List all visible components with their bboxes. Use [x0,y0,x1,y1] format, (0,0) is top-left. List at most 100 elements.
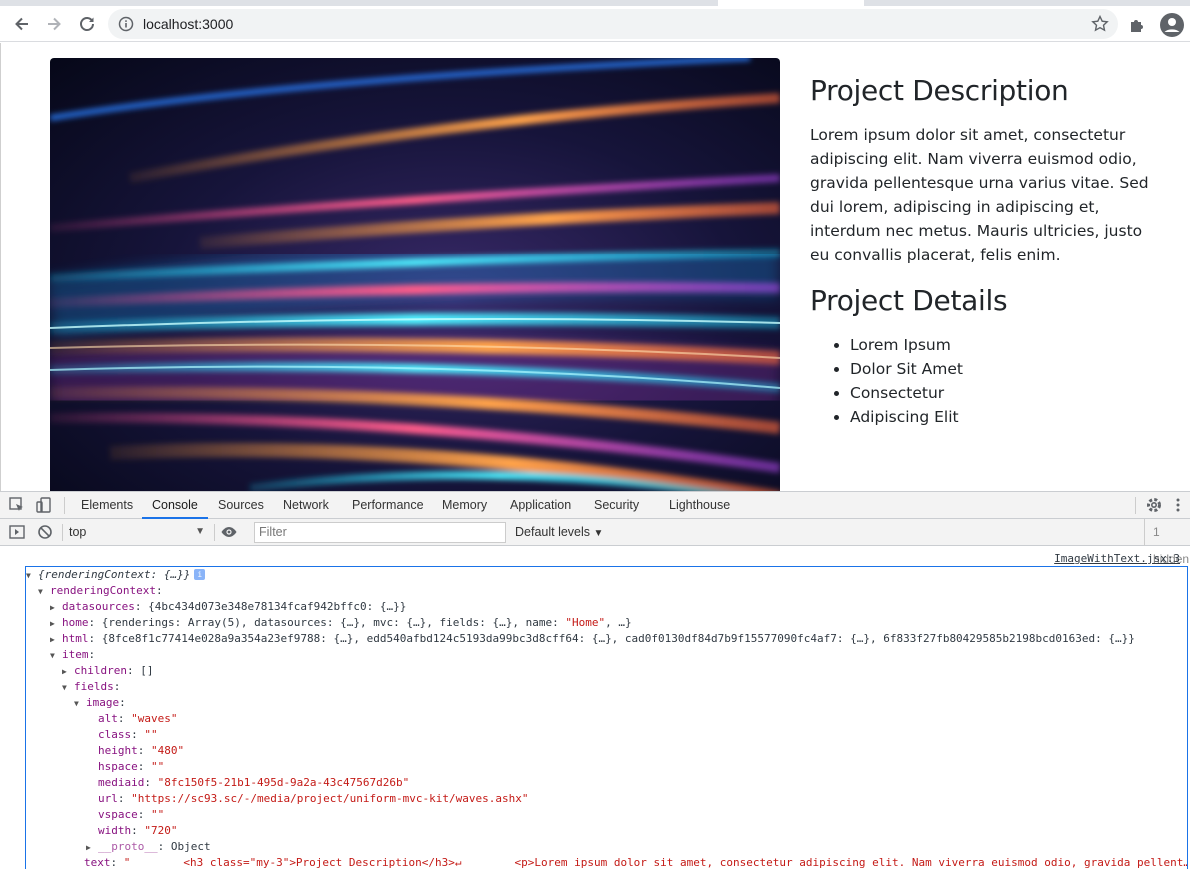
context-select[interactable]: top ▼ [69,521,209,543]
value: , …} [605,616,632,629]
tab-elements[interactable]: Elements [81,492,133,519]
info-icon[interactable] [118,16,134,32]
clear-console-icon[interactable] [36,523,54,541]
project-details-heading: Project Details [810,284,1008,317]
prop-hspace: hspace: "" [98,760,165,773]
key: width [98,824,132,837]
value-string: "https://sc93.sc/-/media/project/uniform… [131,792,529,805]
tree-node-item[interactable]: ▼ item: [50,647,95,663]
key: mediaid [98,776,145,789]
key: vspace [98,808,138,821]
value: [] [140,664,154,677]
console-toolbar: top ▼ Filter Default levels ▼ 1 hidden [0,519,1190,566]
prop-alt: alt: "waves" [98,712,178,725]
log-levels-dropdown[interactable]: Default levels ▼ [515,519,603,546]
key: height [98,744,138,757]
key: __proto__ [98,840,158,853]
tree-node-rendering-context[interactable]: ▼ renderingContext: [38,583,163,599]
key: class [98,728,132,741]
inspect-element-icon[interactable] [8,496,26,514]
tree-node-datasources[interactable]: ▶ datasources: {4bc434d073e348e78134fcaf9… [50,599,406,615]
key: html [62,632,89,645]
device-toolbar-icon[interactable] [35,496,53,514]
key: url [98,792,118,805]
value: {4bc434d073e348e78134fcaf942bffc0: {…}} [148,600,407,613]
prop-width: width: "720" [98,824,178,837]
tree-node-html[interactable]: ▶ html: {8fce8f1c77414e028a9a354a23ef9788… [50,631,1135,647]
value-string: "8fc150f5-21b1-495d-9a2a-43c47567d26b" [157,776,410,789]
tab-lighthouse[interactable]: Lighthouse [669,492,730,519]
source-link[interactable]: ImageWithText.jsx:3 [1054,552,1180,565]
arrow-right-icon [48,17,61,31]
log-levels-label: Default levels [515,525,591,539]
caret-down-icon: ▼ [593,528,604,539]
key: renderingContext [50,584,156,597]
value-string: "Home" [565,616,606,629]
root-summary: {renderingContext: {…}} [38,568,191,581]
extensions-puzzle-icon[interactable] [1127,14,1149,36]
tab-application[interactable]: Application [510,492,571,519]
url-text[interactable]: localhost:3000 [143,16,233,32]
value: {renderings: Array(5), datasources: {…},… [101,616,566,629]
key: datasources [62,600,135,613]
key: image [86,696,120,709]
tab-memory[interactable]: Memory [442,492,487,519]
value-string: "" [144,728,158,741]
gear-icon[interactable] [1145,496,1163,514]
tab-sources[interactable]: Sources [218,492,264,519]
tree-node-home[interactable]: ▶ home: {renderings: Array(5), datasource… [50,615,632,631]
project-description-text: Lorem ipsum dolor sit amet, consectetur … [810,126,1149,264]
logged-object[interactable]: ▼ {renderingContext: {…}} i ▼ renderingCont… [25,566,1188,869]
browser-toolbar: localhost:3000 [0,6,1190,42]
more-vertical-icon[interactable] [1173,496,1183,514]
info-badge-icon[interactable]: i [194,569,206,580]
key: fields [74,680,114,693]
key: children [74,664,127,677]
tree-node-children[interactable]: ▶ children: [] [62,663,153,679]
value-string: " <h3 class="my-3">Project Description</… [123,856,1188,869]
page-viewport: Project Description Lorem ipsum dolor si… [0,43,1190,491]
tree-node-fields[interactable]: ▼ fields: [62,679,120,695]
key: item [62,648,89,661]
back-button[interactable] [8,10,36,38]
devtools-panel: Elements Console Sources Network Perform… [0,491,1190,869]
devtools-tab-bar: Elements Console Sources Network Perform… [0,492,1190,519]
eye-icon[interactable] [220,523,238,541]
value: Object [170,840,211,853]
waves-image [50,58,780,491]
list-item: Dolor Sit Amet [850,357,1160,381]
sidebar-toggle-icon[interactable] [8,523,26,541]
key: home [62,616,89,629]
tree-node-image[interactable]: ▼ image: [74,695,126,711]
tab-performance[interactable]: Performance [352,492,424,519]
tree-root[interactable]: ▼ {renderingContext: {…}} i [26,567,206,583]
value-string: "480" [151,744,185,757]
console-output: ImageWithText.jsx:3 ▼ {renderingContext: … [0,547,1190,869]
prop-url: url: "https://sc93.sc/-/media/project/un… [98,792,529,805]
context-value: top [69,525,87,539]
tree-node-proto[interactable]: ▶ __proto__: Object [86,839,211,855]
tab-security[interactable]: Security [594,492,639,519]
hidden-messages-count: 1 hidden [1144,519,1190,566]
text-column: Project Description Lorem ipsum dolor si… [810,73,1160,429]
tab-console[interactable]: Console [142,492,208,519]
prop-height: height: "480" [98,744,185,757]
value-string: "waves" [131,712,178,725]
value-string: "" [151,808,165,821]
project-description-heading: Project Description [810,74,1069,107]
address-bar[interactable]: localhost:3000 [108,9,1118,39]
profile-avatar-icon[interactable] [1159,12,1185,38]
value: {8fce8f1c77414e028a9a354a23ef9788: {…}, … [101,632,1135,645]
filter-input[interactable]: Filter [254,522,506,543]
reload-button[interactable] [73,10,101,38]
bookmark-star-icon[interactable] [1090,14,1110,34]
prop-mediaid: mediaid: "8fc150f5-21b1-495d-9a2a-43c475… [98,776,410,789]
list-item: Adipiscing Elit [850,405,1160,429]
list-item: Consectetur [850,381,1160,405]
arrow-left-icon [15,17,28,31]
prop-class: class: "" [98,728,158,741]
forward-button[interactable] [40,10,68,38]
tab-network[interactable]: Network [283,492,329,519]
key: text [84,856,111,869]
list-item: Lorem Ipsum [850,333,1160,357]
